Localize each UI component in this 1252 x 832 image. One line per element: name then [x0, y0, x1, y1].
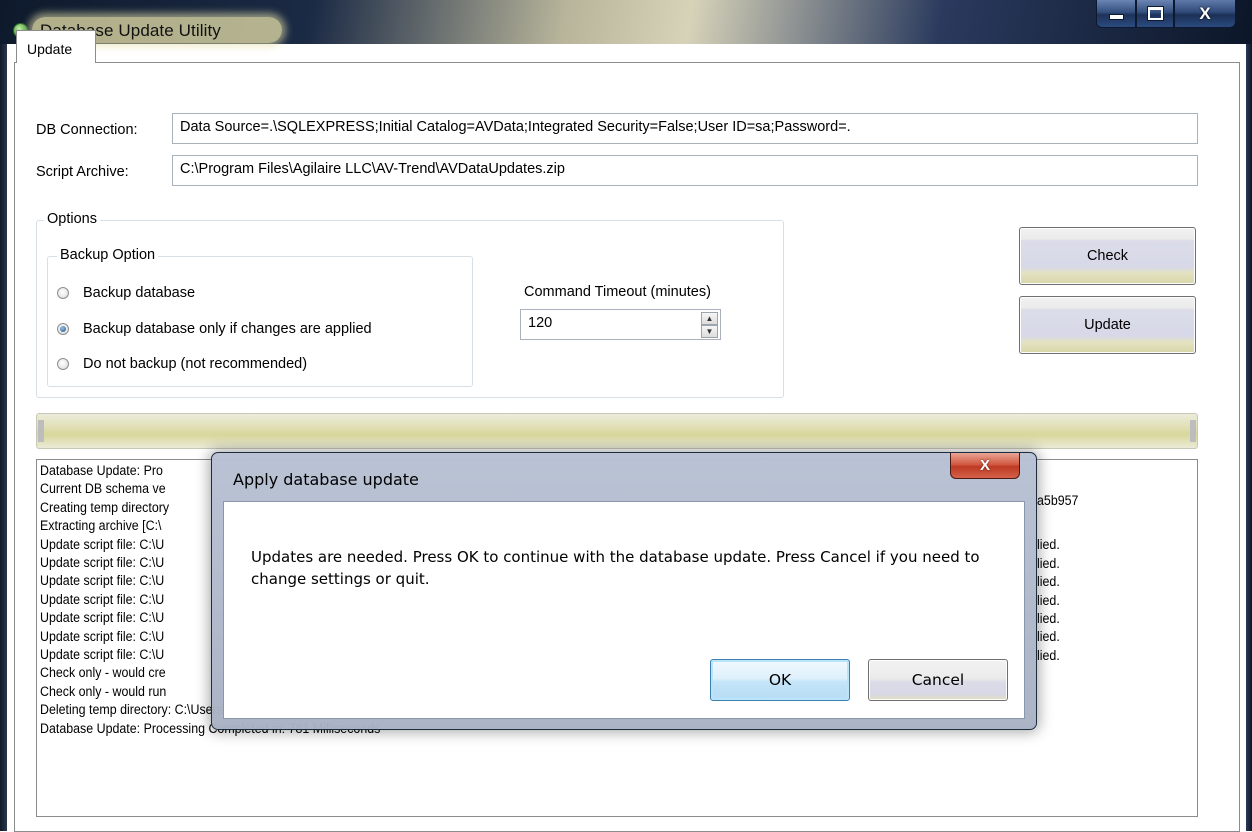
maximize-icon	[1146, 6, 1164, 21]
dialog-close-button[interactable]: X	[950, 453, 1020, 479]
radio-indicator	[57, 358, 69, 370]
radio-backup-database[interactable]: Backup database	[57, 285, 195, 301]
log-fragment: lied.	[1037, 537, 1060, 553]
dialog-body: Updates are needed. Press OK to continue…	[223, 501, 1025, 719]
spinner-buttons: ▲ ▼	[701, 312, 718, 338]
radio-label: Do not backup (not recommended)	[83, 356, 308, 372]
window-frame-left	[0, 44, 7, 831]
close-icon: X	[1199, 3, 1211, 23]
maximize-button[interactable]	[1136, 0, 1174, 28]
radio-backup-if-changes[interactable]: Backup database only if changes are appl…	[57, 321, 372, 337]
tab-update[interactable]: Update	[16, 30, 96, 63]
options-group-title: Options	[44, 211, 100, 227]
cancel-button-label: Cancel	[911, 671, 965, 689]
minimize-button[interactable]	[1096, 0, 1136, 28]
script-archive-value: C:\Program Files\Agilaire LLC\AV-Trend\A…	[180, 161, 565, 177]
close-icon: X	[979, 457, 990, 474]
command-timeout-spinner[interactable]: 120 ▲ ▼	[520, 309, 721, 340]
log-fragment: lied.	[1037, 555, 1060, 571]
radio-no-backup[interactable]: Do not backup (not recommended)	[57, 356, 307, 372]
close-button[interactable]: X	[1174, 0, 1236, 28]
update-button-label: Update	[1084, 317, 1131, 333]
apply-update-dialog: Apply database update X Updates are need…	[211, 452, 1037, 730]
command-timeout-value: 120	[528, 315, 553, 331]
log-fragment: lied.	[1037, 629, 1060, 645]
title-bar[interactable]: Database Update Utility X	[0, 0, 1252, 44]
tab-update-label: Update	[27, 41, 73, 57]
window-frame-right	[1246, 44, 1252, 831]
db-connection-field[interactable]: Data Source=.\SQLEXPRESS;Initial Catalog…	[172, 113, 1198, 144]
db-connection-label: DB Connection:	[36, 122, 138, 138]
progress-cap-right	[1190, 420, 1196, 442]
radio-indicator	[57, 287, 69, 299]
log-fragment: a5b957	[1037, 493, 1079, 508]
update-button[interactable]: Update	[1019, 296, 1196, 354]
log-fragment-group: a5b957 lied. lied. lied. lied. lied. lie…	[1037, 492, 1082, 665]
command-timeout-label: Command Timeout (minutes)	[524, 284, 711, 300]
check-button-label: Check	[1086, 248, 1129, 264]
db-connection-value: Data Source=.\SQLEXPRESS;Initial Catalog…	[180, 119, 851, 135]
radio-label: Backup database	[83, 285, 196, 301]
log-fragment: lied.	[1037, 592, 1060, 608]
dialog-message: Updates are needed. Press OK to continue…	[251, 548, 980, 588]
progress-cap-left	[38, 420, 44, 442]
script-archive-field[interactable]: C:\Program Files\Agilaire LLC\AV-Trend\A…	[172, 155, 1198, 186]
progress-bar	[36, 413, 1198, 449]
ok-button[interactable]: OK	[710, 659, 850, 701]
backup-option-title: Backup Option	[57, 247, 159, 263]
log-fragment: lied.	[1037, 647, 1060, 663]
spinner-down-icon[interactable]: ▼	[701, 325, 718, 338]
window-controls: X	[1096, 0, 1236, 28]
check-button[interactable]: Check	[1019, 227, 1196, 285]
ok-button-label: OK	[768, 671, 792, 689]
log-fragment: lied.	[1037, 611, 1060, 627]
dialog-title: Apply database update	[233, 470, 419, 489]
spinner-up-icon[interactable]: ▲	[701, 312, 718, 325]
radio-label: Backup database only if changes are appl…	[83, 321, 372, 337]
cancel-button[interactable]: Cancel	[868, 659, 1008, 701]
minimize-icon	[1108, 14, 1124, 20]
radio-indicator-selected	[57, 323, 69, 335]
log-fragment: lied.	[1037, 574, 1060, 590]
script-archive-label: Script Archive:	[36, 164, 129, 180]
